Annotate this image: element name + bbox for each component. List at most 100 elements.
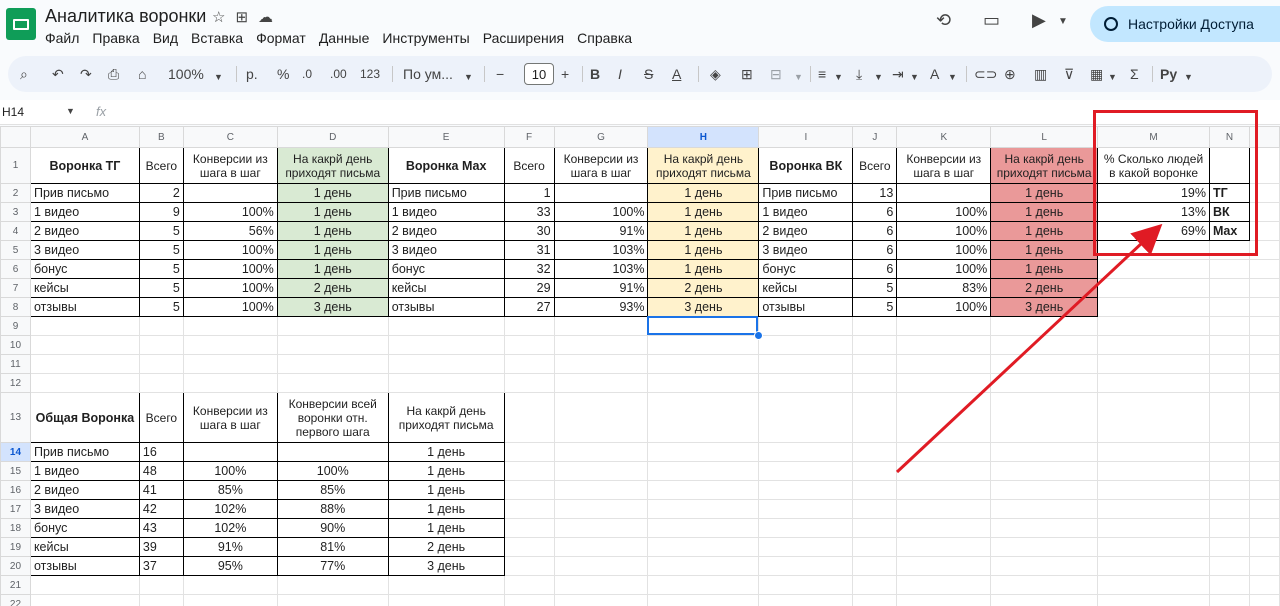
cell[interactable]: 9 — [138, 202, 184, 222]
cell[interactable]: 5 — [138, 221, 184, 241]
cell[interactable]: 42 — [138, 499, 184, 519]
cell[interactable] — [896, 518, 992, 538]
cell[interactable] — [1208, 297, 1250, 317]
cell[interactable] — [29, 335, 140, 355]
row-header[interactable]: 18 — [0, 518, 31, 538]
cell[interactable] — [990, 594, 1099, 606]
menu-format[interactable]: Формат — [256, 30, 306, 46]
cell[interactable]: Конверсии из шага в шаг — [896, 147, 992, 184]
cell[interactable]: 1 день — [276, 221, 389, 241]
cell[interactable]: бонус — [758, 259, 854, 279]
zoom-dropdown-icon[interactable]: ▼ — [214, 68, 223, 86]
cell[interactable] — [182, 594, 278, 606]
cell[interactable] — [503, 354, 555, 374]
cell[interactable] — [990, 354, 1099, 374]
cell[interactable]: 100% — [896, 240, 992, 260]
move-folder-icon[interactable]: ⊞ — [235, 8, 248, 26]
cell[interactable] — [896, 575, 992, 595]
cell[interactable]: 43 — [138, 518, 184, 538]
cell[interactable] — [758, 392, 854, 443]
cell[interactable] — [852, 316, 898, 336]
halign-dropdown-icon[interactable]: ▼ — [834, 68, 843, 86]
cell[interactable] — [1248, 442, 1280, 462]
wrap-dropdown-icon[interactable]: ▼ — [910, 68, 919, 86]
italic-icon[interactable]: I — [618, 65, 622, 83]
cell[interactable]: 3 видео — [29, 499, 140, 519]
percent-format-button[interactable]: % — [277, 65, 289, 83]
cell[interactable] — [1097, 594, 1210, 606]
cell[interactable] — [1097, 373, 1210, 393]
cell[interactable] — [182, 316, 278, 336]
cell[interactable]: 1 день — [990, 183, 1099, 203]
cell[interactable] — [1097, 335, 1210, 355]
cell[interactable] — [1208, 373, 1250, 393]
cell[interactable] — [29, 594, 140, 606]
cell[interactable] — [1248, 556, 1280, 576]
cell[interactable]: Всего — [503, 147, 555, 184]
cell[interactable] — [138, 335, 184, 355]
cell[interactable]: 2 — [138, 183, 184, 203]
menu-help[interactable]: Справка — [577, 30, 632, 46]
cell[interactable]: 3 день — [647, 297, 760, 317]
cell[interactable] — [647, 442, 760, 462]
cell[interactable] — [387, 335, 505, 355]
row-header[interactable]: 1 — [0, 147, 31, 184]
cell[interactable]: 100% — [896, 259, 992, 279]
print-icon[interactable]: ⎙ — [108, 65, 119, 83]
menu-view[interactable]: Вид — [153, 30, 178, 46]
cell[interactable] — [758, 499, 854, 519]
cell[interactable] — [182, 354, 278, 374]
cell[interactable] — [1097, 316, 1210, 336]
cell[interactable]: Общая Воронка — [29, 392, 140, 443]
cell[interactable] — [553, 354, 649, 374]
cell[interactable] — [896, 499, 992, 519]
fill-color-icon[interactable]: ◈ — [710, 65, 721, 83]
cell[interactable] — [138, 373, 184, 393]
sheets-logo-icon[interactable] — [6, 8, 36, 40]
cell[interactable] — [647, 461, 760, 481]
column-header[interactable]: F — [503, 126, 555, 148]
cell[interactable]: кейсы — [387, 278, 505, 298]
cell[interactable] — [553, 373, 649, 393]
cell[interactable] — [1248, 297, 1280, 317]
cell[interactable] — [29, 354, 140, 374]
cell[interactable] — [758, 316, 854, 336]
font-size-input[interactable]: 10 — [524, 63, 554, 85]
menu-extensions[interactable]: Расширения — [483, 30, 564, 46]
cell[interactable] — [1097, 480, 1210, 500]
cell[interactable] — [647, 594, 760, 606]
row-header[interactable]: 14 — [0, 442, 31, 462]
cell[interactable]: 100% — [896, 202, 992, 222]
cell[interactable]: отзывы — [29, 556, 140, 576]
cell[interactable] — [387, 354, 505, 374]
cell[interactable]: 5 — [138, 278, 184, 298]
cell[interactable] — [990, 461, 1099, 481]
cell[interactable]: 100% — [896, 297, 992, 317]
cell[interactable] — [503, 373, 555, 393]
cell[interactable] — [896, 373, 992, 393]
cell[interactable] — [758, 575, 854, 595]
cell[interactable]: 3 видео — [387, 240, 505, 260]
cell[interactable] — [1248, 499, 1280, 519]
cell[interactable] — [1097, 461, 1210, 481]
meet-dropdown-icon[interactable]: ▼ — [1058, 16, 1068, 27]
cell[interactable] — [29, 575, 140, 595]
cell[interactable] — [503, 556, 555, 576]
column-header[interactable]: J — [852, 126, 898, 148]
cell[interactable] — [647, 335, 760, 355]
cell[interactable] — [553, 575, 649, 595]
cell[interactable]: Всего — [852, 147, 898, 184]
cell[interactable] — [758, 556, 854, 576]
star-icon[interactable]: ☆ — [212, 8, 225, 26]
cell[interactable] — [852, 480, 898, 500]
cell[interactable] — [138, 316, 184, 336]
cell[interactable] — [1248, 354, 1280, 374]
cell[interactable] — [852, 594, 898, 606]
cell[interactable] — [182, 442, 278, 462]
cell[interactable]: Воронка ТГ — [29, 147, 140, 184]
cell[interactable] — [1097, 278, 1210, 298]
cell[interactable]: 91% — [553, 221, 649, 241]
cell[interactable] — [896, 392, 992, 443]
cell[interactable] — [758, 518, 854, 538]
cell[interactable] — [29, 316, 140, 336]
